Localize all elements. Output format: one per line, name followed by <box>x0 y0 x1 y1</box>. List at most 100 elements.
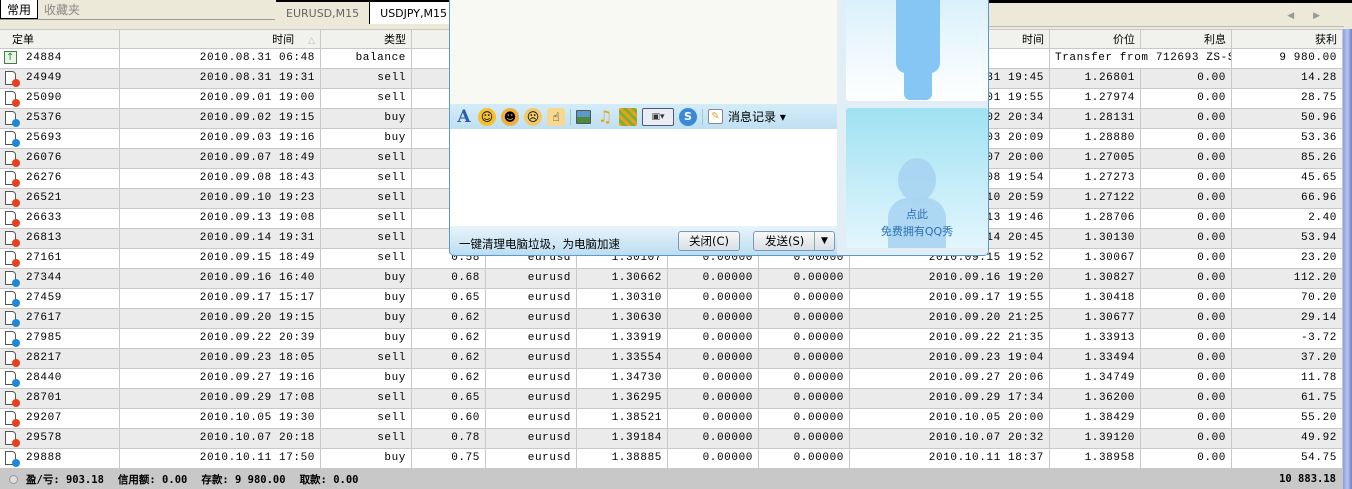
credit: 信用额: 0.00 <box>117 473 188 486</box>
close-price-cell: 1.33913 <box>1050 329 1141 348</box>
open-price-cell: 1.30662 <box>577 269 668 288</box>
close-price-cell: 1.33494 <box>1050 349 1141 368</box>
message-input[interactable] <box>450 129 837 226</box>
type-cell: buy <box>321 309 412 328</box>
ad-link[interactable]: 一键清理电脑垃圾，为电脑加速 <box>459 236 620 252</box>
table-row[interactable]: 29888 2010.10.11 17:50 buy 0.75 eurusd 1.3888… <box>0 449 1343 469</box>
symbol-cell: eurusd <box>486 289 577 308</box>
profit-cell: 53.36 <box>1232 129 1343 148</box>
close-price-cell: 1.28706 <box>1050 209 1141 228</box>
swap-cell: 0.00 <box>1141 149 1232 168</box>
order-number: 28217 <box>26 352 63 364</box>
swap-cell: 0.00 <box>1141 309 1232 328</box>
table-row[interactable]: 27459 2010.09.17 15:17 buy 0.65 eurusd 1.3031… <box>0 289 1343 309</box>
column-header[interactable]: 定单 <box>0 30 120 48</box>
tp-cell: 0.00000 <box>759 269 850 288</box>
open-price-cell: 1.30630 <box>577 309 668 328</box>
close-price-cell: 1.30067 <box>1050 249 1141 268</box>
profit-cell: -3.72 <box>1232 329 1343 348</box>
sl-cell: 0.00000 <box>668 289 759 308</box>
table-row[interactable]: 29578 2010.10.07 20:18 sell 0.78 eurusd 1.391… <box>0 429 1343 449</box>
chat-toolbar: A ☺ ☻ ☹ ☝ ♫ ▣▾ S ✎ 消息记录 ▾ <box>450 104 837 129</box>
open-time-cell: 2010.09.23 18:05 <box>120 349 321 368</box>
tab-scroll-arrows[interactable]: ◀ ▶ <box>1287 11 1328 21</box>
order-cell: 28440 <box>0 369 120 388</box>
tab-common[interactable]: 常用 <box>0 0 39 19</box>
close-button[interactable]: 关闭(C) <box>678 231 740 251</box>
profit-cell: 29.14 <box>1232 309 1343 328</box>
profit-cell: 61.75 <box>1232 389 1343 408</box>
message-history-button[interactable]: 消息记录 ▾ <box>728 108 786 125</box>
gift-icon[interactable] <box>619 107 637 126</box>
chart-tab-eurusd[interactable]: EURUSD,M15 <box>276 2 371 24</box>
close-price-cell: 1.28131 <box>1050 109 1141 128</box>
table-row[interactable]: 27617 2010.09.20 19:15 buy 0.62 eurusd 1.3063… <box>0 309 1343 329</box>
table-row[interactable]: 27985 2010.09.22 20:39 buy 0.62 eurusd 1.3391… <box>0 329 1343 349</box>
tab-favorites[interactable]: 收藏夹 <box>38 0 86 19</box>
friend-avatar-show <box>846 0 988 101</box>
tp-cell: 0.00000 <box>759 309 850 328</box>
swap-cell: 0.00 <box>1141 209 1232 228</box>
column-header[interactable]: 获利 <box>1232 30 1343 48</box>
buy-order-icon <box>4 291 20 307</box>
window-border <box>1343 29 1352 489</box>
table-row[interactable]: 27344 2010.09.16 16:40 buy 0.68 eurusd 1.3066… <box>0 269 1343 289</box>
font-icon[interactable]: A <box>455 107 473 127</box>
order-number: 27344 <box>26 272 63 284</box>
lots-cell: 0.68 <box>412 269 486 288</box>
order-number: 26633 <box>26 212 63 224</box>
type-cell: buy <box>321 289 412 308</box>
open-price-cell: 1.30310 <box>577 289 668 308</box>
sell-order-icon <box>4 71 20 87</box>
show-free-link[interactable]: 免费拥有QQ秀 <box>846 223 988 239</box>
order-cell: 27344 <box>0 269 120 288</box>
music-icon[interactable]: ♫ <box>596 107 614 126</box>
sell-order-icon <box>4 91 20 107</box>
nudge-hand-icon[interactable]: ☝ <box>547 107 565 126</box>
image-icon[interactable] <box>576 109 591 124</box>
sl-cell: 0.00000 <box>668 329 759 348</box>
buy-order-icon <box>4 451 20 467</box>
video-call-icon[interactable]: S <box>679 107 697 126</box>
swap-cell: 0.00 <box>1141 169 1232 188</box>
my-avatar-show[interactable]: 点此 免费拥有QQ秀 <box>846 108 988 248</box>
table-row[interactable]: 28217 2010.09.23 18:05 sell 0.62 eurusd 1.335… <box>0 349 1343 369</box>
order-cell: 27459 <box>0 289 120 308</box>
table-row[interactable]: 28701 2010.09.29 17:08 sell 0.65 eurusd 1.362… <box>0 389 1343 409</box>
order-cell: 27617 <box>0 309 120 328</box>
table-row[interactable]: 29207 2010.10.05 19:30 sell 0.60 eurusd 1.385… <box>0 409 1343 429</box>
open-time-cell: 2010.08.31 06:48 <box>120 49 321 68</box>
close-price-cell: 1.39120 <box>1050 429 1141 448</box>
column-header[interactable]: 价位 <box>1050 30 1141 48</box>
profit-cell: 2.40 <box>1232 209 1343 228</box>
emoticon-icon[interactable]: ☺ <box>478 107 496 126</box>
sell-order-icon <box>4 211 20 227</box>
close-time-cell: 2010.10.05 20:00 <box>850 409 1050 428</box>
column-header[interactable]: 时间 △ <box>120 30 321 48</box>
symbol-cell: eurusd <box>486 389 577 408</box>
crazy-face-icon[interactable]: ☹ <box>524 107 542 126</box>
message-history-icon[interactable]: ✎ <box>708 109 723 124</box>
close-time-cell: 2010.09.23 19:04 <box>850 349 1050 368</box>
sell-order-icon <box>4 171 20 187</box>
open-time-cell: 2010.09.27 19:16 <box>120 369 321 388</box>
order-number: 25376 <box>26 112 63 124</box>
chart-tab-usdjpy[interactable]: USDJPY,M15 <box>370 2 458 24</box>
screenshot-icon[interactable]: ▣▾ <box>642 107 674 126</box>
column-header[interactable]: 类型 <box>321 30 412 48</box>
symbol-cell: eurusd <box>486 369 577 388</box>
table-row[interactable]: 28440 2010.09.27 19:16 buy 0.62 eurusd 1.3473… <box>0 369 1343 389</box>
column-header[interactable]: 利息 <box>1141 30 1232 48</box>
show-click-text[interactable]: 点此 <box>846 206 988 222</box>
send-options-chevron-icon[interactable]: ▼ <box>814 232 834 250</box>
order-cell: 29888 <box>0 449 120 468</box>
magic-emoticon-icon[interactable]: ☻ <box>501 107 519 126</box>
symbol-cell: eurusd <box>486 349 577 368</box>
open-price-cell: 1.36295 <box>577 389 668 408</box>
order-number: 27459 <box>26 292 63 304</box>
swap-cell: 0.00 <box>1141 409 1232 428</box>
buy-order-icon <box>4 371 20 387</box>
order-number: 26276 <box>26 172 63 184</box>
order-cell: 26633 <box>0 209 120 228</box>
send-button[interactable]: 发送(S) ▼ <box>753 231 835 251</box>
